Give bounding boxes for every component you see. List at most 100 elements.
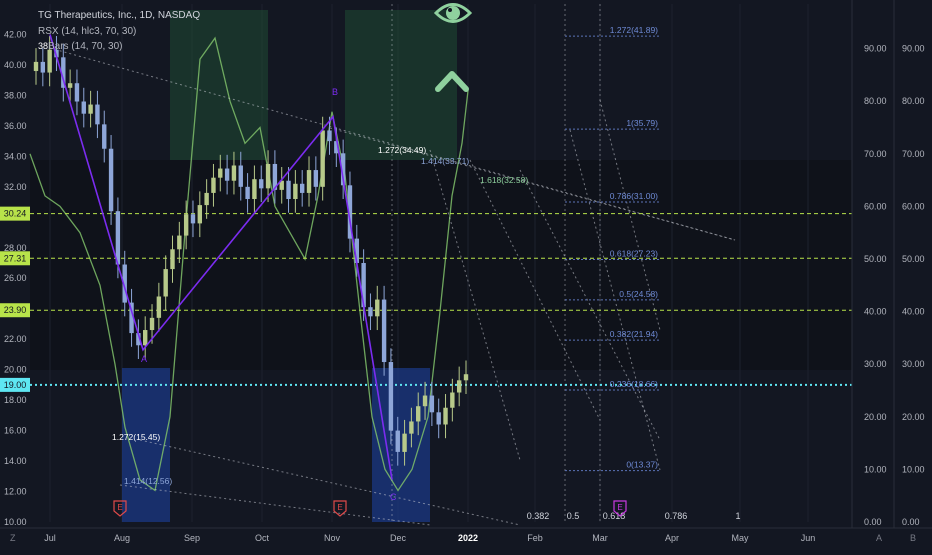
candle <box>450 392 455 408</box>
indicator-rsx-label[interactable]: RSX (14, hlc3, 70, 30) <box>38 26 136 37</box>
overbought-band <box>170 10 268 160</box>
candle <box>402 433 407 452</box>
candle <box>143 330 148 346</box>
fib-retracement-label: 1(35.79) <box>626 118 658 128</box>
candle <box>81 101 86 114</box>
candle <box>327 130 332 142</box>
price-axis-label: 26.00 <box>4 273 27 283</box>
time-axis-label: Apr <box>665 533 679 543</box>
price-axis-label: 32.00 <box>4 182 27 192</box>
oscillator-axis-label-outer: 0.00 <box>902 517 920 527</box>
candle <box>463 374 469 381</box>
fib-retracement-label: 0.5(24.58) <box>619 289 658 299</box>
time-fib-label: 0.5 <box>567 511 580 521</box>
fib-extension-label: 1.618(32.58) <box>480 175 528 185</box>
oscillator-axis-label-outer: 70.00 <box>902 149 925 159</box>
candle <box>156 296 162 318</box>
candle <box>231 165 237 181</box>
price-axis-label: 10.00 <box>4 517 27 527</box>
auto-scale-icon: A <box>876 533 882 543</box>
candle <box>204 192 209 206</box>
oscillator-axis-label: 100.00 <box>864 0 892 1</box>
candle <box>67 83 73 88</box>
candle <box>368 307 373 317</box>
candle <box>388 362 394 431</box>
candle <box>115 211 121 265</box>
oscillator-axis-label-outer: 20.00 <box>902 412 925 422</box>
time-axis-label: May <box>731 533 749 543</box>
oscillator-axis-label-outer: 10.00 <box>902 464 925 474</box>
price-axis-label: 42.00 <box>4 29 27 39</box>
fib-extension-label: 1.414(12.56) <box>124 476 172 486</box>
price-axis-label: 16.00 <box>4 426 27 436</box>
fib-retracement-label: 0.382(21.94) <box>610 329 658 339</box>
time-axis-label: Mar <box>592 533 608 543</box>
time-axis-label: 2022 <box>458 533 478 543</box>
candle <box>416 406 421 422</box>
candle <box>238 165 243 187</box>
candle <box>313 170 319 187</box>
candle <box>95 104 100 125</box>
time-axis-label: Nov <box>324 533 341 543</box>
candle <box>74 83 80 102</box>
price-axis-label: 40.00 <box>4 60 27 70</box>
time-axis-label: Jun <box>801 533 816 543</box>
candle <box>224 168 230 181</box>
oscillator-axis-label-outer: 100.00 <box>902 0 930 1</box>
oscillator-axis-label: 90.00 <box>864 44 887 54</box>
candle <box>443 407 448 425</box>
oversold-band <box>372 368 430 522</box>
time-fib-label: 0.786 <box>665 511 688 521</box>
oscillator-axis-label-outer: 80.00 <box>902 96 925 106</box>
indicator-bars-label[interactable]: Bars (14, 70, 30) <box>48 41 122 52</box>
oscillator-axis-label: 50.00 <box>864 254 887 264</box>
fib-retracement-label: 1.272(41.89) <box>610 25 658 35</box>
candle <box>170 249 175 270</box>
fib-retracement-label: 0(13.37) <box>626 460 658 470</box>
oscillator-axis-label: 20.00 <box>864 412 887 422</box>
time-axis-label: Jul <box>44 533 56 543</box>
log-scale-icon: B <box>910 533 916 543</box>
time-axis-label: Feb <box>527 533 543 543</box>
corner-tag: 38 <box>38 41 49 51</box>
candle <box>197 205 203 224</box>
candle <box>259 179 264 189</box>
price-axis-label: 22.00 <box>4 334 27 344</box>
fib-extension-label: 1.414(33.71) <box>421 156 469 166</box>
fib-extension-label: 1.272(15.45) <box>112 432 160 442</box>
oscillator-axis-label-outer: 50.00 <box>902 254 925 264</box>
candle <box>218 168 223 178</box>
price-badge-label: 23.90 <box>4 305 27 315</box>
pattern-point-label: B <box>332 87 338 97</box>
oscillator-axis-label: 30.00 <box>864 359 887 369</box>
candle <box>190 214 196 224</box>
candle <box>40 61 46 73</box>
time-fib-label: 0.618 <box>603 511 626 521</box>
candle <box>177 235 182 250</box>
price-badge-label: 27.31 <box>4 253 27 263</box>
stock-chart[interactable]: 1.272(34.49) 1.414(33.71) 1.618(32.58) 1.27… <box>0 0 932 550</box>
oscillator-axis-label: 60.00 <box>864 201 887 211</box>
candle <box>47 49 52 73</box>
candle <box>149 317 155 331</box>
candle <box>409 421 414 434</box>
fib-extension-label: 1.272(34.49) <box>378 145 426 155</box>
candle <box>320 130 325 187</box>
price-axis-label: 34.00 <box>4 151 27 161</box>
candle <box>395 430 400 452</box>
mid-zone-shade <box>30 160 852 370</box>
earnings-icon-letter: E <box>117 503 122 512</box>
candle <box>88 104 93 114</box>
candle <box>422 395 428 407</box>
oscillator-axis-label-outer: 30.00 <box>902 359 925 369</box>
fib-retracement-label: 0.236(18.66) <box>610 379 658 389</box>
chevron-up-icon[interactable] <box>435 66 469 94</box>
chart-symbol-title: TG Therapeutics, Inc., 1D, NASDAQ <box>38 10 201 21</box>
oscillator-axis-label: 80.00 <box>864 96 887 106</box>
eye-icon[interactable] <box>433 0 473 28</box>
zoom-icon: Z <box>10 533 16 543</box>
candle <box>306 170 312 193</box>
candle <box>456 380 462 393</box>
time-axis-label: Dec <box>390 533 407 543</box>
price-axis-label: 38.00 <box>4 90 27 100</box>
